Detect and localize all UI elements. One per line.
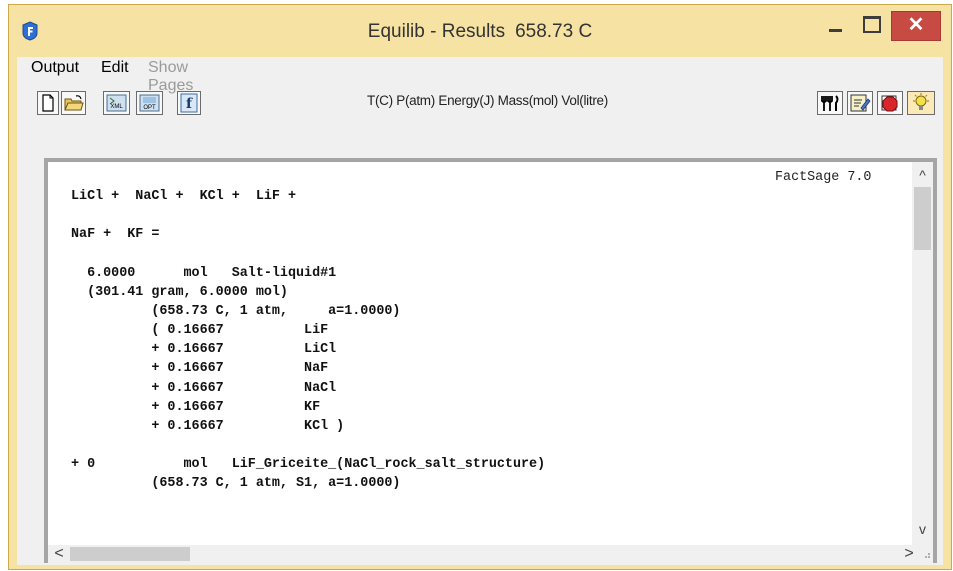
new-document-button[interactable] (37, 91, 59, 115)
menu-show-pages[interactable]: Show Pages (148, 59, 193, 95)
xml-icon: XML (106, 94, 127, 112)
edit-note-button[interactable] (847, 91, 873, 115)
scroll-right-button[interactable]: > (900, 545, 918, 563)
menu-output[interactable]: Output (31, 59, 79, 77)
equilib-results-window: Equilib - Results 658.73 C ✕ Output Edit … (8, 4, 952, 570)
options-button[interactable]: OPT (136, 91, 163, 115)
scroll-up-button[interactable]: ^ (912, 166, 933, 184)
chevron-left-icon: < (54, 545, 64, 562)
utensils-button[interactable] (817, 91, 843, 115)
stop-sign-icon (881, 95, 898, 112)
utensils-icon (821, 95, 839, 111)
edit-note-icon (850, 94, 871, 112)
minimize-button[interactable] (821, 11, 849, 41)
chevron-right-icon: > (904, 545, 914, 562)
window-title-text: Equilib - Results (367, 21, 506, 42)
results-panel: FactSage 7.0 LiCl + NaCl + KCl + LiF + N… (44, 158, 937, 563)
client-area: Output Edit Show Pages XML OPT f T(C) P(… (17, 57, 943, 565)
new-document-icon (42, 94, 54, 112)
results-line: (658.73 C, 1 atm, a=1.0000) (71, 303, 401, 319)
svg-text:XML: XML (110, 104, 123, 110)
scroll-down-button[interactable]: v (912, 520, 933, 538)
options-icon: OPT (139, 94, 160, 112)
results-line: + 0.16667 KF (71, 399, 321, 415)
vertical-scroll-thumb[interactable] (914, 187, 931, 250)
results-line: (301.41 gram, 6.0000 mol) (71, 284, 288, 300)
factsage-version-label: FactSage 7.0 (775, 170, 872, 185)
results-line: + 0.16667 NaCl (71, 380, 337, 396)
results-line (71, 206, 545, 225)
open-folder-button[interactable] (61, 91, 86, 115)
menu-edit[interactable]: Edit (101, 59, 129, 77)
window-title: Equilib - Results 658.73 C (9, 21, 951, 43)
title-bar[interactable]: Equilib - Results 658.73 C ✕ (9, 5, 951, 57)
bulb-icon (913, 93, 929, 110)
results-line: + 0.16667 NaF (71, 361, 329, 377)
results-line: + 0.16667 KCl ) (71, 418, 345, 434)
horizontal-scroll-thumb[interactable] (70, 547, 190, 561)
results-line: + 0.16667 LiCl (71, 342, 337, 358)
results-line: 6.0000 mol Salt-liquid#1 (71, 265, 337, 281)
results-view[interactable]: FactSage 7.0 LiCl + NaCl + KCl + LiF + N… (48, 162, 933, 545)
horizontal-scrollbar[interactable]: < > (48, 545, 933, 563)
function-icon: f (180, 93, 198, 113)
results-line: NaF + KF = (71, 227, 160, 243)
svg-text:f: f (186, 96, 193, 112)
function-button[interactable]: f (177, 91, 201, 115)
open-folder-icon (64, 95, 84, 111)
results-line: (658.73 C, 1 atm, S1, a=1.0000) (71, 476, 401, 492)
results-line: LiCl + NaCl + KCl + LiF + (71, 189, 296, 204)
results-line (71, 244, 545, 263)
close-button[interactable]: ✕ (891, 11, 941, 41)
bulb-button[interactable] (907, 91, 935, 115)
results-text: LiCl + NaCl + KCl + LiF + NaF + KF = 6.0… (71, 187, 545, 494)
scroll-left-button[interactable]: < (50, 545, 68, 563)
close-icon: ✕ (907, 14, 925, 36)
resize-grip-icon[interactable] (921, 549, 931, 559)
maximize-button[interactable] (857, 11, 885, 41)
units-label: T(C) P(atm) Energy(J) Mass(mol) Vol(litr… (367, 93, 608, 108)
results-line: ( 0.16667 LiF (71, 323, 329, 339)
results-line: + 0 mol LiF_Griceite_(NaCl_rock_salt_str… (71, 457, 546, 473)
window-title-temperature: 658.73 C (515, 21, 593, 42)
svg-text:OPT: OPT (143, 105, 156, 111)
stop-button[interactable] (877, 91, 903, 115)
results-line (71, 436, 545, 455)
xml-button[interactable]: XML (103, 91, 130, 115)
vertical-scrollbar[interactable]: ^ v (912, 162, 933, 545)
chevron-down-icon: v (919, 521, 926, 537)
chevron-up-icon: ^ (919, 167, 926, 183)
